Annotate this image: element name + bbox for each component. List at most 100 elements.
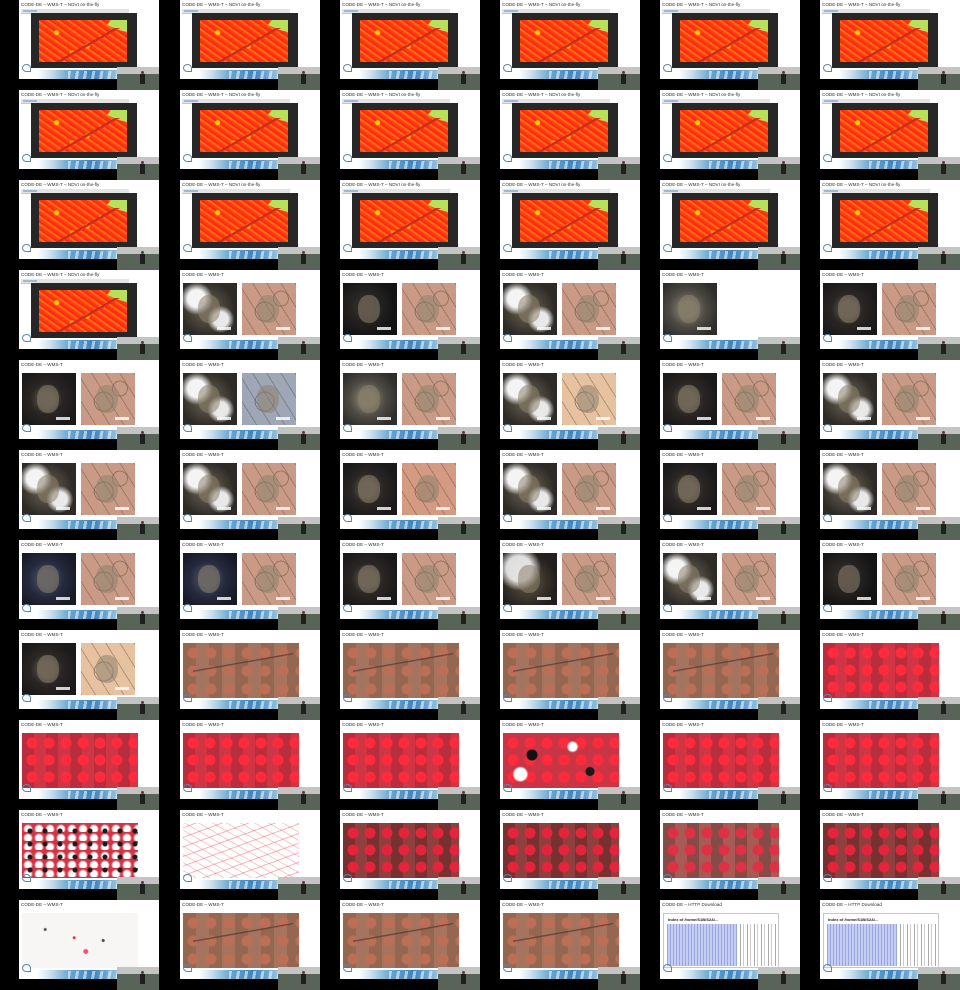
- address-bar: [504, 10, 518, 12]
- slide-title: CODE-DE – WMS-T: [342, 272, 384, 277]
- speaker-camera-inset: [598, 247, 640, 270]
- code-de-logo-icon: [22, 64, 31, 72]
- code-de-logo-icon: [823, 424, 832, 432]
- speaker-camera-inset: [598, 967, 640, 990]
- code-de-logo-icon: [183, 604, 192, 612]
- ndvi-map: [200, 200, 288, 242]
- code-de-logo-icon: [503, 874, 512, 882]
- speaker-camera-inset: [117, 967, 159, 990]
- speaker-camera-inset: [438, 247, 480, 270]
- false-color-satellite-image: [503, 733, 619, 788]
- code-de-logo-icon: [663, 424, 672, 432]
- speaker-camera-inset: [918, 247, 960, 270]
- speaker-camera-inset: [117, 517, 159, 540]
- address-bar: [23, 190, 37, 192]
- ndvi-map: [360, 110, 448, 152]
- code-de-logo-icon: [183, 964, 192, 972]
- code-de-logo-icon: [343, 694, 352, 702]
- file-list: [827, 924, 897, 966]
- speaker-camera-inset: [758, 67, 800, 90]
- satellite-image-left: [22, 373, 76, 425]
- code-de-logo-icon: [663, 154, 672, 162]
- slide-title: CODE-DE – WMS-T: [342, 362, 384, 367]
- ndvi-map: [360, 200, 448, 242]
- code-de-logo-icon: [183, 244, 192, 252]
- false-color-satellite-image: [663, 823, 779, 878]
- speaker-camera-inset: [278, 697, 320, 720]
- code-de-logo-icon: [503, 784, 512, 792]
- address-bar: [344, 100, 358, 102]
- speaker-camera-inset: [438, 877, 480, 900]
- address-bar: [664, 10, 678, 12]
- code-de-logo-icon: [823, 964, 832, 972]
- speaker-camera-inset: [918, 967, 960, 990]
- slide-title: CODE-DE – WMS-T: [182, 542, 224, 547]
- false-color-satellite-image: [22, 733, 138, 788]
- code-de-logo-icon: [343, 64, 352, 72]
- satellite-image-right: [562, 283, 616, 335]
- speaker-camera-inset: [918, 787, 960, 810]
- address-bar: [344, 190, 358, 192]
- slide-title: CODE-DE – WMS-T: [502, 722, 544, 727]
- address-bar: [824, 100, 838, 102]
- code-de-logo-icon: [22, 694, 31, 702]
- code-de-logo-icon: [823, 694, 832, 702]
- code-de-logo-icon: [22, 514, 31, 522]
- code-de-logo-icon: [663, 784, 672, 792]
- slide-title: CODE-DE – WMS-T – NDVI on-the-fly: [502, 92, 581, 97]
- slide-title: CODE-DE – WMS-T: [21, 902, 63, 907]
- ndvi-map: [840, 110, 928, 152]
- code-de-logo-icon: [503, 334, 512, 342]
- satellite-image-right: [242, 463, 296, 515]
- slide-title: CODE-DE – WMS-T – NDVI on-the-fly: [342, 182, 421, 187]
- satellite-image-right: [562, 373, 616, 425]
- false-color-satellite-image: [183, 823, 299, 878]
- code-de-logo-icon: [183, 64, 192, 72]
- address-bar: [824, 10, 838, 12]
- ndvi-map: [840, 20, 928, 62]
- satellite-image-left: [663, 373, 717, 425]
- slide-title: CODE-DE – HTTP Download: [662, 902, 722, 907]
- code-de-logo-icon: [503, 514, 512, 522]
- file-list: [667, 924, 737, 966]
- speaker-camera-inset: [918, 697, 960, 720]
- ndvi-map: [39, 20, 127, 62]
- code-de-logo-icon: [823, 154, 832, 162]
- false-color-satellite-image: [183, 643, 299, 698]
- satellite-image-right: [81, 463, 135, 515]
- code-de-logo-icon: [663, 604, 672, 612]
- address-bar: [184, 190, 198, 192]
- satellite-image-left: [183, 553, 237, 605]
- code-de-logo-icon: [343, 424, 352, 432]
- speaker-camera-inset: [758, 247, 800, 270]
- slide-title: CODE-DE – WMS-T: [342, 812, 384, 817]
- address-bar: [664, 100, 678, 102]
- slide-title: CODE-DE – WMS-T – NDVI on-the-fly: [342, 92, 421, 97]
- slide-title: CODE-DE – WMS-T: [822, 362, 864, 367]
- satellite-image-right: [562, 553, 616, 605]
- code-de-logo-icon: [503, 154, 512, 162]
- code-de-logo-icon: [343, 964, 352, 972]
- slide-title: CODE-DE – WMS-T – NDVI on-the-fly: [21, 272, 100, 277]
- satellite-image-left: [823, 373, 877, 425]
- code-de-logo-icon: [503, 964, 512, 972]
- slide-title: CODE-DE – WMS-T: [662, 632, 704, 637]
- ndvi-map: [39, 110, 127, 152]
- code-de-logo-icon: [343, 604, 352, 612]
- slide-title: CODE-DE – WMS-T: [21, 362, 63, 367]
- satellite-image-left: [503, 463, 557, 515]
- address-bar: [23, 10, 37, 12]
- slide-title: CODE-DE – WMS-T: [342, 542, 384, 547]
- address-bar: [23, 100, 37, 102]
- speaker-camera-inset: [117, 427, 159, 450]
- false-color-satellite-image: [183, 733, 299, 788]
- slide-title: CODE-DE – WMS-T: [822, 542, 864, 547]
- speaker-camera-inset: [598, 157, 640, 180]
- speaker-camera-inset: [278, 427, 320, 450]
- code-de-logo-icon: [503, 694, 512, 702]
- false-color-satellite-image: [503, 823, 619, 878]
- satellite-image-right: [402, 373, 456, 425]
- ndvi-map: [840, 200, 928, 242]
- speaker-camera-inset: [598, 67, 640, 90]
- slide-title: CODE-DE – WMS-T: [182, 452, 224, 457]
